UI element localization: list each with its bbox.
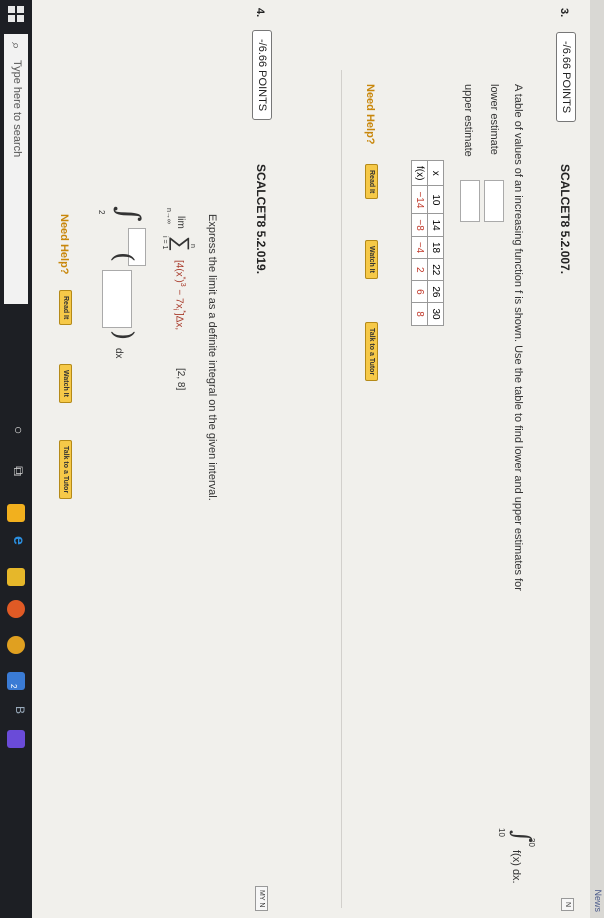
problem3-read-it-button[interactable]: Read It [365,164,378,200]
table-cell: 6 [411,280,428,303]
table-cell: 18 [427,236,444,259]
upper-estimate-label: upper estimate [462,84,474,157]
file-explorer-icon[interactable] [7,568,25,586]
chrome-icon[interactable] [7,636,25,654]
table-cell: 10 [427,185,444,214]
problem4-read-it-button[interactable]: Read It [59,290,72,326]
section-divider [341,70,342,908]
table-cell: −4 [411,236,428,259]
integral-lower: 10 [497,828,506,837]
limit-subscript: n→∞ [165,208,172,224]
top-strip: News [590,0,604,918]
taskbar-search[interactable]: ⌕ Type here to search [4,34,28,304]
problem3-watch-it-button[interactable]: Watch It [365,240,378,279]
problem4-talk-to-tutor-button[interactable]: Talk to a Tutor [59,440,72,500]
mail-badge: 2 [9,684,18,689]
integral-sign: ∫ [508,830,536,843]
integrand-input[interactable] [102,270,132,328]
lower-estimate-input[interactable] [484,180,504,222]
sigma-symbol: ∑ [169,236,194,252]
table-cell: −14 [411,185,428,214]
table-cell: 22 [427,258,444,281]
problem4-number: 4. [254,8,266,18]
lower-estimate-label: lower estimate [488,84,500,155]
my-notes-button[interactable]: MY N [255,886,268,912]
upper-estimate-input[interactable] [460,180,480,222]
answer-integral-sign: ∫ [111,206,146,222]
integral-lower-limit: 2 [97,210,106,215]
problem4-code: SCALCET8 5.2.019. [254,164,268,275]
expr-part: [4(x [173,260,185,277]
table-cell: −8 [411,213,428,237]
news-link[interactable]: News [593,889,603,912]
problem3-points: -/6.66 POINTS [556,32,576,123]
open-paren: ( [108,252,138,263]
windows-start-icon[interactable] [8,6,24,22]
table-cell: 26 [427,280,444,303]
firefox-icon[interactable] [7,600,25,618]
problem4-watch-it-button[interactable]: Watch It [59,364,72,403]
limit-expression: [4(x*)3 − 7xi*]Δx, [172,260,186,330]
problem4-need-help: Need Help? [58,214,70,275]
table-header-fx: f(x) [411,160,428,186]
sigma-bottom: i = 1 [161,236,168,250]
problem4-prompt: Express the limit as a definite integral… [206,214,218,501]
table-cell: 8 [411,302,428,326]
interval: [2, 8] [175,368,186,391]
close-paren: ) [108,330,138,341]
table-cell: 2 [411,258,428,281]
table-header-x: x [427,160,444,186]
expr-end: ]Δx, [173,312,185,331]
problem4-points: -/6.66 POINTS [252,30,272,121]
cortana-icon[interactable]: ○ [11,426,27,434]
app-purple-icon[interactable] [7,730,25,748]
app-b-icon[interactable]: B [13,706,27,714]
store-icon[interactable] [7,504,25,522]
limit-lim: lim [175,216,186,229]
expr-rest: − 7x [173,286,185,309]
table-row: x 10 14 18 22 26 30 [427,160,444,326]
search-icon: ⌕ [9,42,24,50]
problem3-prompt: A table of values of an increasing funct… [512,84,524,591]
expr-sub-i: i [171,308,179,311]
problem3-need-help: Need Help? [364,84,376,145]
table-cell: 30 [427,302,444,326]
rotated-page: News 3. -/6.66 POINTS SCALCET8 5.2.007. … [0,0,604,918]
problem3-number: 3. [558,8,570,18]
dx-label: dx [113,348,124,359]
problem3-talk-to-tutor-button[interactable]: Talk to a Tutor [365,322,378,382]
problem3-side-button[interactable]: N [561,898,574,912]
search-placeholder: Type here to search [11,60,23,158]
edge-icon[interactable]: e [9,536,27,545]
table-cell: 14 [427,213,444,237]
values-table: x 10 14 18 22 26 30 f(x) −14 −8 −4 2 6 8 [411,160,444,326]
task-view-icon[interactable]: ⧉ [10,466,27,476]
problem3-code: SCALCET8 5.2.007. [558,164,572,275]
taskbar: ⌕ Type here to search ○ ⧉ e 2 B [0,0,32,918]
table-row: f(x) −14 −8 −4 2 6 8 [411,160,428,326]
integral-integrand: f(x) dx. [510,850,522,884]
